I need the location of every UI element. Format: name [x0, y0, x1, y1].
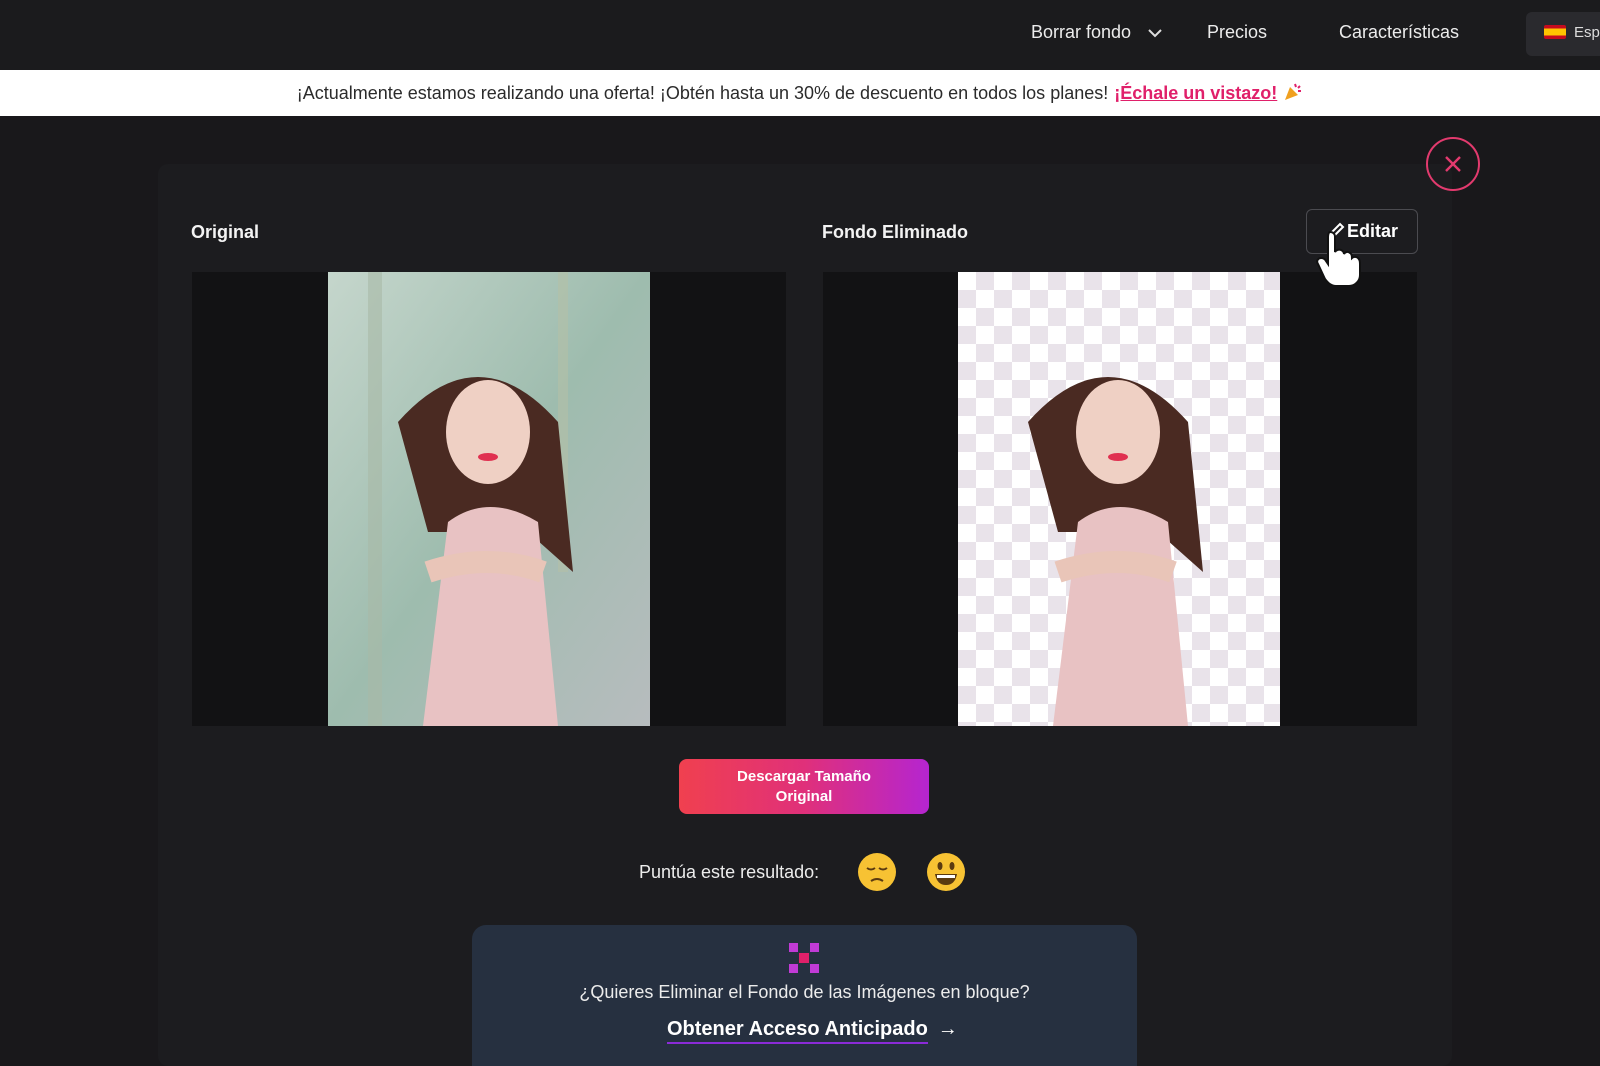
edit-label: Editar: [1347, 221, 1399, 241]
nav-precios[interactable]: Precios: [1207, 22, 1267, 43]
spain-flag-icon: [1544, 25, 1566, 39]
language-selector[interactable]: Esp: [1526, 12, 1600, 56]
nav-caracteristicas[interactable]: Características: [1339, 22, 1459, 43]
close-icon: [1445, 156, 1461, 172]
bulk-question: ¿Quieres Eliminar el Fondo de las Imágen…: [579, 982, 1030, 1002]
promo-link[interactable]: ¡Échale un vistazo!: [1114, 83, 1277, 103]
close-button[interactable]: [1426, 137, 1480, 191]
party-popper-icon: [1285, 83, 1302, 100]
arrow-right-icon: →: [937, 1018, 958, 1040]
download-line1: Descargar Tamaño: [737, 768, 871, 785]
background-removed-photo: [958, 272, 1280, 726]
rating-label: Puntúa este resultado:: [639, 862, 820, 882]
early-access-link[interactable]: Obtener Acceso Anticipado →: [667, 1018, 958, 1044]
edit-button[interactable]: Editar: [1306, 209, 1418, 254]
promo-banner: ¡Actualmente estamos realizando una ofer…: [0, 70, 1600, 116]
nav-borrar-fondo-label: Borrar fondo: [1031, 22, 1132, 42]
promo-text: ¡Actualmente estamos realizando una ofer…: [296, 83, 1109, 103]
download-line2: Original: [775, 788, 833, 805]
language-label: Esp: [1574, 24, 1600, 41]
chevron-down-icon: [1148, 29, 1162, 38]
background-removed-label: Fondo Eliminado: [822, 222, 968, 242]
top-navigation: Borrar fondo Precios Características Esp: [0, 0, 1600, 70]
original-label: Original: [191, 222, 260, 242]
bulk-removal-card: ¿Quieres Eliminar el Fondo de las Imágen…: [472, 925, 1137, 1066]
grinning-face-icon[interactable]: [926, 852, 966, 892]
pencil-icon: [1327, 222, 1345, 243]
nav-borrar-fondo[interactable]: Borrar fondo: [1031, 22, 1162, 43]
early-access-label: Obtener Acceso Anticipado: [667, 1018, 928, 1044]
sad-face-icon[interactable]: [857, 852, 897, 892]
download-original-size-button[interactable]: Descargar Tamaño Original: [679, 759, 929, 814]
bulk-grid-icon: [789, 943, 819, 973]
original-photo: [328, 272, 650, 726]
